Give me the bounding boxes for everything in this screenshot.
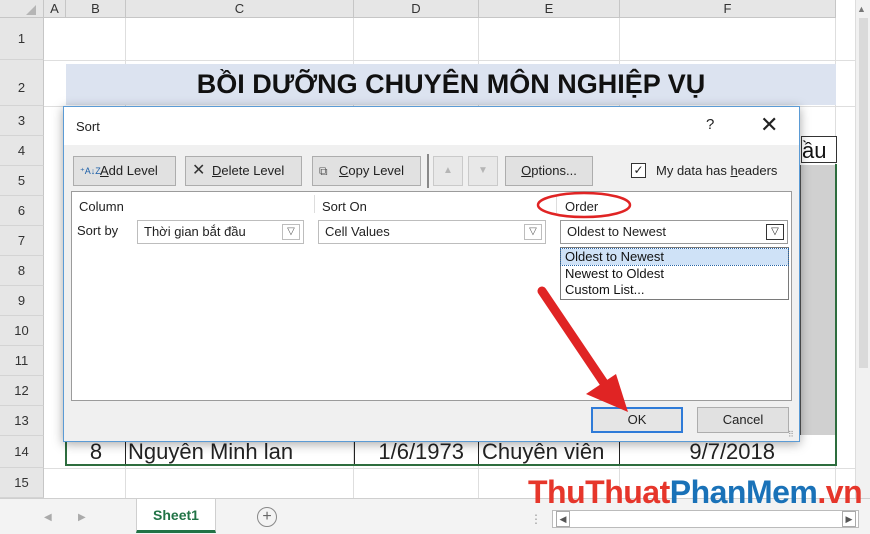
sort-on-header-label: Sort On	[322, 199, 367, 214]
sheet-tab-sheet1[interactable]: Sheet1	[136, 499, 216, 533]
order-dropdown-list: Oldest to Newest Newest to Oldest Custom…	[560, 247, 789, 300]
scrollbar-thumb[interactable]	[859, 18, 868, 368]
cell-border	[619, 440, 620, 464]
row-header-4[interactable]: 4	[0, 136, 44, 166]
row-header-9[interactable]: 9	[0, 286, 44, 316]
ok-button[interactable]: OK	[591, 407, 683, 433]
row-header-7[interactable]: 7	[0, 226, 44, 256]
chevron-down-icon[interactable]: ▽	[766, 224, 784, 240]
row-header-10[interactable]: 10	[0, 316, 44, 346]
gridline	[44, 60, 864, 61]
row-header-1[interactable]: 1	[0, 18, 44, 60]
headers-label-rest: eaders	[737, 163, 778, 178]
row-header-6[interactable]: 6	[0, 196, 44, 226]
column-select[interactable]: Thời gian bắt đầu ▽	[137, 220, 304, 244]
column-select-value: Thời gian bắt đầu	[144, 224, 246, 239]
horizontal-scrollbar[interactable]	[552, 510, 859, 528]
add-level-label: dd Level	[108, 163, 158, 178]
row-header-11[interactable]: 11	[0, 346, 44, 376]
headers-mnemonic: h	[730, 163, 738, 178]
column-header-e[interactable]: E	[479, 0, 620, 18]
column-header-label: Column	[79, 199, 124, 214]
row-header-2[interactable]: 2	[0, 60, 44, 106]
headers-checkbox-label[interactable]: My data has headers	[656, 163, 777, 178]
row-header-5[interactable]: 5	[0, 166, 44, 196]
delete-level-mnemonic: D	[212, 163, 222, 178]
options-button[interactable]: Options...	[505, 156, 593, 186]
move-up-icon[interactable]: ▲	[433, 156, 463, 186]
column-header-d[interactable]: D	[354, 0, 479, 18]
chevron-down-icon[interactable]: ▽	[282, 224, 300, 240]
options-mnemonic: O	[521, 163, 532, 178]
order-option[interactable]: Oldest to Newest	[560, 248, 789, 266]
row-header-8[interactable]: 8	[0, 256, 44, 286]
column-header-b[interactable]: B	[66, 0, 126, 18]
copy-level-mnemonic: C	[339, 163, 349, 178]
order-header-label: Order	[565, 199, 599, 214]
data-cells-partial	[800, 165, 836, 435]
gridline	[44, 468, 864, 469]
order-option[interactable]: Newest to Oldest	[561, 266, 788, 282]
row-header-13[interactable]: 13	[0, 406, 44, 436]
copy-level-icon: ⧉	[319, 164, 328, 178]
column-header-a[interactable]: A	[44, 0, 66, 18]
headers-label-pre: My data has	[656, 163, 731, 178]
header-divider	[556, 195, 557, 213]
resize-grip-icon[interactable]: ⠿	[788, 430, 794, 439]
chevron-down-icon[interactable]: ▽	[524, 224, 542, 240]
add-level-icon: ⁺A↓Z	[80, 166, 101, 176]
help-button[interactable]: ?	[706, 116, 714, 133]
order-select-value: Oldest to Newest	[567, 224, 666, 239]
row-header-14[interactable]: 14	[0, 436, 44, 468]
column-header-f[interactable]: F	[620, 0, 836, 18]
watermark-part3: .vn	[817, 474, 863, 510]
delete-level-button[interactable]: ✕ Delete Level	[185, 156, 302, 186]
add-sheet-icon[interactable]: +	[257, 507, 277, 527]
copy-level-label: opy Level	[348, 163, 405, 178]
delete-level-icon: ✕	[192, 162, 206, 179]
scroll-up-icon[interactable]: ▲	[857, 4, 866, 14]
order-select[interactable]: Oldest to Newest ▽	[560, 220, 788, 244]
move-down-icon[interactable]: ▼	[468, 156, 498, 186]
sort-by-label: Sort by	[77, 223, 119, 238]
options-label: ptions...	[531, 163, 577, 178]
scroll-left-icon[interactable]: ◀	[556, 511, 570, 527]
cell-border	[478, 440, 479, 464]
sort-dialog: Sort ? ✕ ⁺A↓ZAdd Level ✕ Delete Level ⧉ Co…	[63, 106, 800, 442]
row-header-3[interactable]: 3	[0, 106, 44, 136]
dialog-title: Sort	[76, 119, 100, 134]
delete-level-label: elete Level	[221, 163, 285, 178]
watermark-part1: ThuThuat	[528, 474, 670, 510]
tab-prev-icon[interactable]: ◀	[44, 512, 52, 523]
headers-checkbox[interactable]: ✓	[631, 163, 646, 178]
copy-level-button[interactable]: ⧉ Copy Level	[312, 156, 421, 186]
scroll-right-icon[interactable]: ▶	[842, 511, 856, 527]
dialog-titlebar[interactable]	[64, 107, 799, 145]
split-handle-icon[interactable]: ⋮	[530, 512, 542, 526]
order-option[interactable]: Custom List...	[561, 282, 788, 298]
watermark: ThuThuatPhanMem.vn	[528, 474, 863, 511]
close-button[interactable]: ✕	[760, 112, 778, 138]
row-header-15[interactable]: 15	[0, 468, 44, 498]
add-level-mnemonic: A	[100, 163, 109, 178]
sort-on-select[interactable]: Cell Values ▽	[318, 220, 546, 244]
watermark-part2: PhanMem	[669, 474, 818, 510]
sort-on-select-value: Cell Values	[325, 224, 390, 239]
header-divider	[314, 195, 315, 213]
cancel-button[interactable]: Cancel	[697, 407, 789, 433]
cell-border	[125, 440, 126, 464]
tab-next-icon[interactable]: ▶	[78, 512, 86, 523]
add-level-button[interactable]: ⁺A↓ZAdd Level	[73, 156, 176, 186]
column-header-c[interactable]: C	[126, 0, 354, 18]
sheet-title[interactable]: BỒI DƯỠNG CHUYÊN MÔN NGHIỆP VỤ	[66, 64, 836, 105]
select-all-corner[interactable]	[0, 0, 44, 18]
cell-border	[354, 440, 355, 464]
row-header-12[interactable]: 12	[0, 376, 44, 406]
toolbar-divider	[427, 154, 429, 188]
header-cell-snippet[interactable]: ầu	[801, 136, 837, 163]
